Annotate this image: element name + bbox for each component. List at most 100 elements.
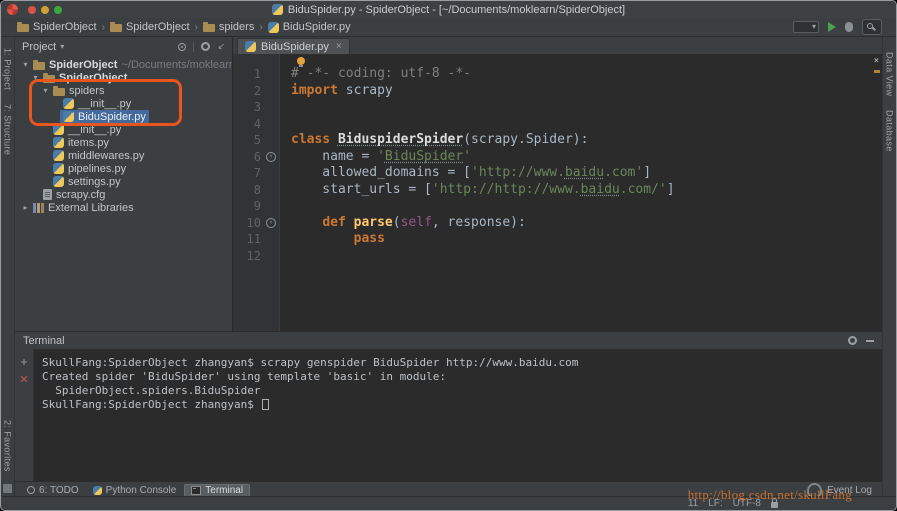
tree-item-pipelines-py[interactable]: pipelines.py: [15, 162, 232, 175]
line-number[interactable]: 1: [233, 66, 279, 83]
close-session-icon[interactable]: ✕: [19, 375, 28, 386]
line-number[interactable]: 4: [233, 116, 279, 133]
code-line: 10 ↑ def parse(self, response):: [233, 215, 882, 232]
pycharm-window: BiduSpider.py - SpiderObject - [~/Docume…: [0, 0, 897, 511]
terminal-toolbar: + ✕: [15, 349, 34, 481]
tool-window-tabs: 6: TODO Python Console Terminal: [21, 483, 252, 497]
project-panel-toolbar: ↙: [178, 41, 225, 52]
tree-item-spiderobject[interactable]: ▾SpiderObject ~/Documents/moklearn/Spide: [15, 58, 232, 71]
line-number[interactable]: 7: [233, 165, 279, 182]
tool-window-tab-6-todo[interactable]: 6: TODO: [21, 484, 85, 497]
config-file-icon: [43, 189, 52, 200]
code-token: start_urls = [: [291, 181, 432, 197]
line-number[interactable]: 8: [233, 182, 279, 199]
chevron-down-icon: ▾: [60, 42, 65, 51]
breadcrumb-item-spiders[interactable]: spiders: [202, 21, 255, 33]
locate-file-icon[interactable]: [178, 42, 187, 51]
line-number[interactable]: 5: [233, 132, 279, 149]
tree-item-label: spiders: [69, 84, 105, 97]
run-button[interactable]: [828, 22, 836, 32]
search-icon: [867, 23, 873, 29]
tree-item-init-py[interactable]: __init__.py: [15, 123, 232, 136]
close-window-button[interactable]: [28, 6, 36, 14]
close-tab-icon[interactable]: ×: [336, 41, 342, 52]
line-number[interactable]: 9: [233, 198, 279, 215]
folder-icon: [43, 72, 55, 83]
new-session-icon[interactable]: +: [20, 356, 27, 368]
chevron-down-icon[interactable]: ▾: [21, 60, 30, 69]
tree-item-spiders[interactable]: ▾ spiders: [15, 84, 232, 97]
terminal-output[interactable]: SkullFang:SpiderObject zhangyan$ scrapy …: [34, 349, 882, 481]
tree-item-label: middlewares.py: [68, 149, 145, 162]
tree-item-external-libraries[interactable]: ▸ External Libraries: [15, 201, 232, 214]
tool-window-switcher-icon[interactable]: [3, 484, 12, 493]
code-token: allowed_domains = [: [291, 165, 472, 180]
breadcrumb-item-biduspider-py[interactable]: BiduSpider.py: [267, 21, 351, 33]
run-config-combo[interactable]: ▾: [793, 21, 819, 33]
search-button[interactable]: [862, 19, 882, 35]
tree-item-label: __init__.py: [78, 97, 132, 110]
python-icon: [63, 98, 74, 109]
chevron-down-icon[interactable]: ▾: [41, 86, 50, 95]
hide-panel-icon[interactable]: ↙: [217, 42, 225, 51]
minimize-window-button[interactable]: [41, 6, 49, 14]
editor-tab[interactable]: BiduSpider.py ×: [237, 38, 350, 54]
error-stripe-tick[interactable]: [874, 70, 880, 73]
code-text: class BiduspiderSpider(scrapy.Spider):: [279, 132, 588, 149]
right-tool-stripe: Data View Database: [882, 37, 896, 496]
folder-icon: [17, 22, 29, 32]
debug-button[interactable]: [845, 22, 853, 32]
tree-item-label: settings.py: [68, 175, 121, 188]
stripe-bottom-group: 2: Favorites: [3, 413, 13, 493]
project-panel-title[interactable]: Project: [22, 41, 56, 53]
tool-window-tab-python-console[interactable]: Python Console: [87, 484, 183, 497]
line-number[interactable]: 3: [233, 99, 279, 116]
stripe-button-1-project[interactable]: 1: Project: [3, 48, 13, 90]
zoom-window-button[interactable]: [54, 6, 62, 14]
tree-item-init-py[interactable]: __init__.py: [15, 97, 232, 110]
settings-icon[interactable]: [848, 336, 857, 345]
tree-item-items-py[interactable]: items.py: [15, 136, 232, 149]
watermark: http://blog.csdn.net/skullFang: [687, 487, 852, 502]
code-token: ]: [643, 165, 652, 180]
breadcrumb-item-spiderobject[interactable]: SpiderObject: [17, 21, 97, 33]
stripe-button-database[interactable]: Database: [885, 110, 895, 152]
breadcrumb-item-spiderobject[interactable]: SpiderObject: [109, 21, 190, 33]
line-number[interactable]: 11: [233, 231, 279, 248]
settings-icon[interactable]: [201, 42, 211, 51]
tree-item-label: BiduSpider.py: [78, 110, 146, 123]
tool-window-tab-terminal[interactable]: Terminal: [184, 483, 251, 497]
intention-bulb-icon[interactable]: [297, 57, 305, 67]
navigation-bar: SpiderObject › SpiderObject › spiders › BiduSp…: [1, 18, 896, 37]
code-editor[interactable]: × 1 # -*- coding: utf-8 -*- 2 import scrapy…: [233, 54, 882, 331]
tree-item-content: __init__.py: [50, 123, 124, 136]
chevron-down-icon[interactable]: ▾: [31, 73, 40, 82]
tree-item-scrapy-cfg[interactable]: scrapy.cfg: [15, 188, 232, 201]
line-number[interactable]: 2: [233, 83, 279, 100]
stripe-button-data-view[interactable]: Data View: [885, 52, 895, 96]
tree-item-label: pipelines.py: [68, 162, 127, 175]
left-tool-stripe: 1: Project 7: Structure 2: Favorites: [1, 37, 15, 496]
tree-item-settings-py[interactable]: settings.py: [15, 175, 232, 188]
editor-tab-label: BiduSpider.py: [261, 40, 329, 53]
tree-item-spiderobject[interactable]: ▾ SpiderObject: [15, 71, 232, 84]
override-method-icon[interactable]: ↑: [266, 217, 276, 228]
code-token: (: [392, 214, 401, 230]
tree-item-middlewares-py[interactable]: middlewares.py: [15, 149, 232, 162]
breadcrumb-label: BiduSpider.py: [282, 21, 351, 33]
tree-item-content: SpiderObject: [40, 71, 130, 84]
breadcrumb-label: spiders: [218, 21, 255, 33]
minimize-panel-icon[interactable]: [866, 339, 874, 342]
tree-item-biduspider-py[interactable]: BiduSpider.py: [15, 110, 232, 123]
line-number[interactable]: 10 ↑: [233, 215, 279, 232]
line-number[interactable]: 12: [233, 248, 279, 265]
error-stripe-mark[interactable]: ×: [874, 56, 879, 66]
stripe-button-7-structure[interactable]: 7: Structure: [3, 104, 13, 155]
stripe-button-2-favorites[interactable]: 2: Favorites: [3, 420, 13, 472]
library-icon: [33, 202, 44, 213]
terminal-icon: [191, 485, 202, 495]
line-number[interactable]: 6 ↑: [233, 149, 279, 166]
override-method-icon[interactable]: ↑: [266, 151, 276, 162]
chevron-right-icon[interactable]: ▸: [21, 203, 30, 212]
